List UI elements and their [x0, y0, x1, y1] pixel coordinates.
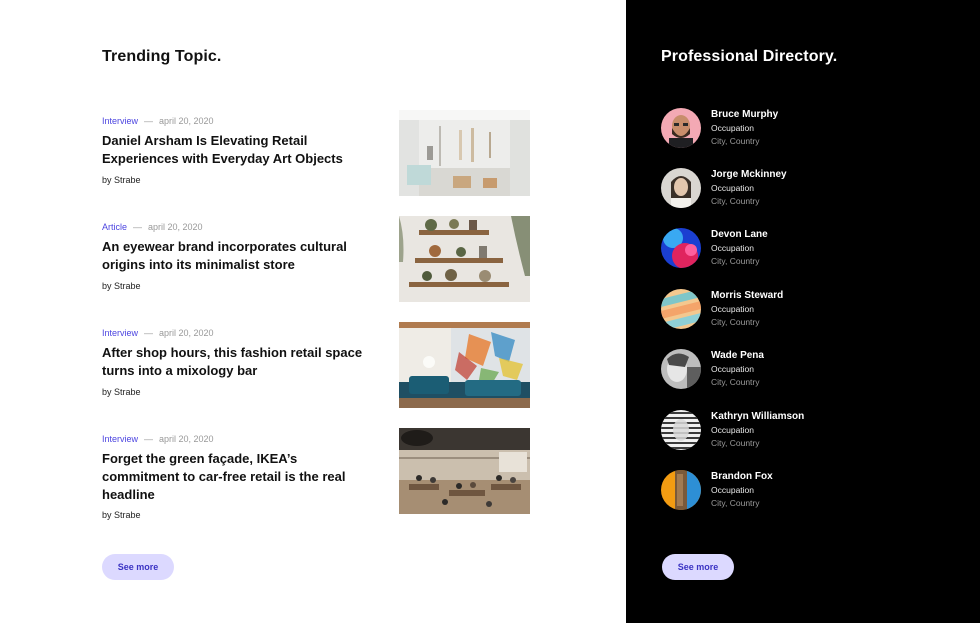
directory-item[interactable]: Wade Pena Occupation City, Country	[661, 349, 961, 391]
article-card[interactable]: Interview — april 20, 2020 After shop hour…	[102, 322, 532, 412]
white-gallery-store-photo[interactable]	[399, 110, 530, 196]
article-meta: Interview — april 20, 2020	[102, 116, 214, 126]
article-category[interactable]: Interview	[102, 116, 138, 126]
person-location: City, Country	[711, 196, 760, 206]
person-occupation: Occupation	[711, 425, 754, 435]
striped-portrait-avatar	[661, 410, 701, 450]
person-occupation: Occupation	[711, 304, 754, 314]
article-meta: Interview — april 20, 2020	[102, 434, 214, 444]
article-meta: Article — april 20, 2020	[102, 222, 203, 232]
person-name[interactable]: Kathryn Williamson	[711, 411, 804, 422]
article-headline[interactable]: An eyewear brand incorporates cultural o…	[102, 238, 372, 274]
article-byline: by Strabe	[102, 387, 141, 397]
blue-pink-abstract-avatar	[661, 228, 701, 268]
person-name[interactable]: Wade Pena	[711, 350, 764, 361]
article-date: april 20, 2020	[159, 328, 214, 338]
pastel-stripes-avatar	[661, 289, 701, 329]
person-location: City, Country	[711, 317, 760, 327]
article-byline: by Strabe	[102, 175, 141, 185]
directory-item[interactable]: Morris Steward Occupation City, Country	[661, 289, 961, 331]
person-occupation: Occupation	[711, 123, 754, 133]
person-location: City, Country	[711, 498, 760, 508]
meta-separator: —	[144, 434, 154, 444]
directory-item[interactable]: Kathryn Williamson Occupation City, Coun…	[661, 410, 961, 452]
article-card[interactable]: Interview — april 20, 2020 Daniel Arsham I…	[102, 110, 532, 200]
person-occupation: Occupation	[711, 364, 754, 374]
orange-blue-avatar	[661, 470, 701, 510]
person-occupation: Occupation	[711, 485, 754, 495]
article-category[interactable]: Article	[102, 222, 127, 232]
article-card[interactable]: Interview — april 20, 2020 Forget the gree…	[102, 428, 532, 520]
bearded-man-avatar	[661, 108, 701, 148]
meta-separator: —	[144, 328, 154, 338]
article-headline[interactable]: Daniel Arsham Is Elevating Retail Experi…	[102, 132, 372, 168]
meta-separator: —	[133, 222, 143, 232]
person-name[interactable]: Morris Steward	[711, 290, 783, 301]
busy-cafe-interior-photo[interactable]	[399, 428, 530, 514]
person-location: City, Country	[711, 256, 760, 266]
trending-section: Trending Topic. Interview — april 20, 2020…	[0, 0, 626, 623]
directory-see-more-button[interactable]: See more	[662, 554, 734, 580]
meta-separator: —	[144, 116, 154, 126]
directory-section: Professional Directory. Bruce Murphy Occ…	[626, 0, 980, 623]
article-category[interactable]: Interview	[102, 328, 138, 338]
person-location: City, Country	[711, 438, 760, 448]
article-headline[interactable]: Forget the green façade, IKEA’s commitme…	[102, 450, 372, 504]
person-location: City, Country	[711, 377, 760, 387]
person-occupation: Occupation	[711, 183, 754, 193]
woman-portrait-avatar	[661, 168, 701, 208]
person-name[interactable]: Jorge Mckinney	[711, 169, 787, 180]
article-category[interactable]: Interview	[102, 434, 138, 444]
article-date: april 20, 2020	[159, 434, 214, 444]
person-name[interactable]: Brandon Fox	[711, 471, 773, 482]
trending-title: Trending Topic.	[102, 48, 222, 65]
monochrome-portrait-avatar	[661, 349, 701, 389]
article-card[interactable]: Article — april 20, 2020 An eyewear brand …	[102, 216, 532, 306]
directory-item[interactable]: Devon Lane Occupation City, Country	[661, 228, 961, 270]
person-occupation: Occupation	[711, 243, 754, 253]
directory-title: Professional Directory.	[661, 48, 838, 65]
person-name[interactable]: Devon Lane	[711, 229, 768, 240]
directory-item[interactable]: Jorge Mckinney Occupation City, Country	[661, 168, 961, 210]
directory-item[interactable]: Bruce Murphy Occupation City, Country	[661, 108, 961, 150]
article-date: april 20, 2020	[159, 116, 214, 126]
stained-glass-lounge-photo[interactable]	[399, 322, 530, 408]
article-byline: by Strabe	[102, 281, 141, 291]
directory-item[interactable]: Brandon Fox Occupation City, Country	[661, 470, 961, 512]
person-name[interactable]: Bruce Murphy	[711, 109, 778, 120]
article-date: april 20, 2020	[148, 222, 203, 232]
article-byline: by Strabe	[102, 510, 141, 520]
wall-shelves-with-plants-photo[interactable]	[399, 216, 530, 302]
person-location: City, Country	[711, 136, 760, 146]
trending-see-more-button[interactable]: See more	[102, 554, 174, 580]
article-meta: Interview — april 20, 2020	[102, 328, 214, 338]
article-headline[interactable]: After shop hours, this fashion retail sp…	[102, 344, 372, 380]
